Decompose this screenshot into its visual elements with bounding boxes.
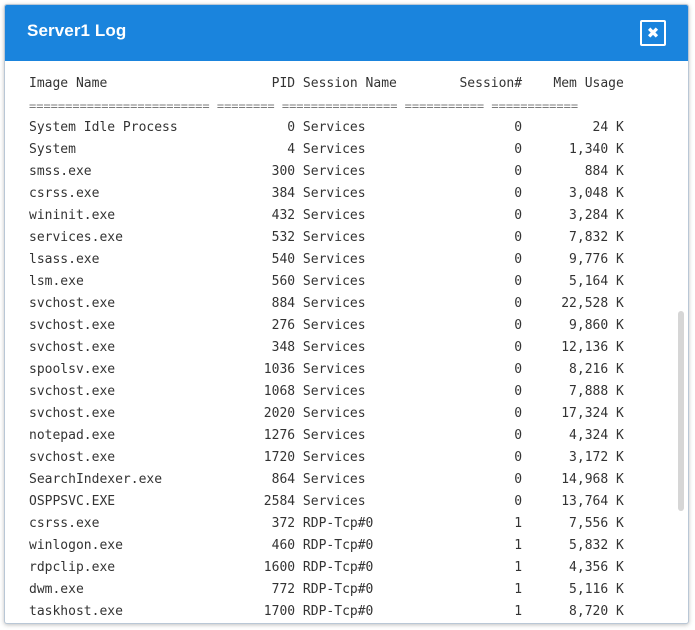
log-content[interactable]: Image Name PID Session Name Session# Mem… (5, 61, 688, 623)
log-row: SearchIndexer.exe 864 Services 0 14,968 … (29, 472, 624, 487)
close-icon: ✖ (646, 24, 660, 42)
log-row: services.exe 532 Services 0 7,832 K (29, 230, 624, 245)
log-text: Image Name PID Session Name Session# Mem… (29, 73, 624, 623)
log-row: csrss.exe 372 RDP-Tcp#0 1 7,556 K (29, 516, 624, 531)
log-row: taskhost.exe 1700 RDP-Tcp#0 1 8,720 K (29, 604, 624, 619)
log-row: System 4 Services 0 1,340 K (29, 142, 624, 157)
log-row: svchost.exe 2020 Services 0 17,324 K (29, 406, 624, 421)
log-row: smss.exe 300 Services 0 884 K (29, 164, 624, 179)
log-separator: ========================= ======== =====… (29, 99, 579, 113)
log-row: svchost.exe 348 Services 0 12,136 K (29, 340, 624, 355)
log-row: svchost.exe 1068 Services 0 7,888 K (29, 384, 624, 399)
log-row: spoolsv.exe 1036 Services 0 8,216 K (29, 362, 624, 377)
log-row: OSPPSVC.EXE 2584 Services 0 13,764 K (29, 494, 624, 509)
dialog-title: Server1 Log (27, 21, 127, 40)
close-button[interactable]: ✖ (640, 20, 666, 46)
log-row: svchost.exe 884 Services 0 22,528 K (29, 296, 624, 311)
dialog-titlebar: Server1 Log ✖ (5, 5, 688, 61)
vertical-scrollbar[interactable] (676, 63, 686, 619)
scrollbar-thumb[interactable] (678, 311, 684, 511)
log-row: System Idle Process 0 Services 0 24 K (29, 120, 624, 135)
log-row: notepad.exe 1276 Services 0 4,324 K (29, 428, 624, 443)
log-row: svchost.exe 276 Services 0 9,860 K (29, 318, 624, 333)
log-row: dwm.exe 772 RDP-Tcp#0 1 5,116 K (29, 582, 624, 597)
log-row: lsm.exe 560 Services 0 5,164 K (29, 274, 624, 289)
log-row: wininit.exe 432 Services 0 3,284 K (29, 208, 624, 223)
log-row: csrss.exe 384 Services 0 3,048 K (29, 186, 624, 201)
log-row: winlogon.exe 460 RDP-Tcp#0 1 5,832 K (29, 538, 624, 553)
log-row: rdpclip.exe 1600 RDP-Tcp#0 1 4,356 K (29, 560, 624, 575)
log-row: svchost.exe 1720 Services 0 3,172 K (29, 450, 624, 465)
server-log-dialog: Server1 Log ✖ Image Name PID Session Nam… (4, 4, 689, 624)
log-row: lsass.exe 540 Services 0 9,776 K (29, 252, 624, 267)
log-header: Image Name PID Session Name Session# Mem… (29, 76, 624, 91)
